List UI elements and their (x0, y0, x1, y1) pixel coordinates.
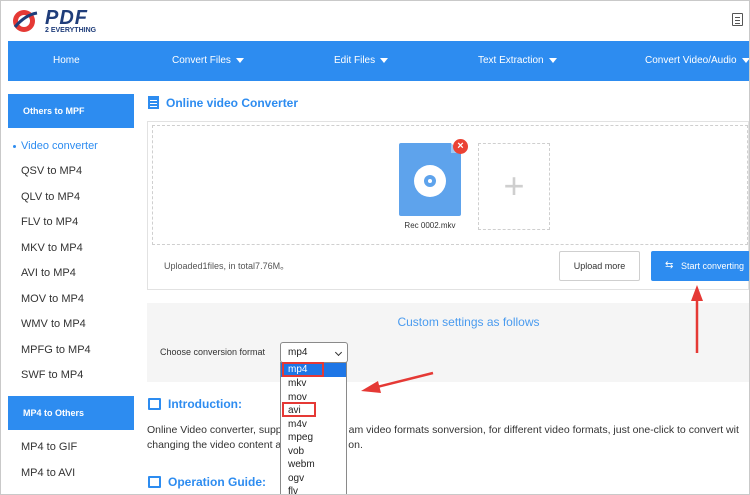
sidebar-item-video-converter[interactable]: Video converter (8, 134, 134, 159)
remove-file-icon[interactable]: × (453, 139, 468, 154)
file-name: Rec 0002.mkv (404, 221, 456, 230)
format-select[interactable]: mp4 (280, 342, 348, 363)
main-nav: Home Convert Files Edit Files Text Extra… (8, 41, 749, 81)
settings-panel: Custom settings as follows Choose conver… (147, 303, 749, 382)
highlight-box (282, 362, 324, 377)
sidebar-item-wmv-to-mp4[interactable]: WMV to MP4 (8, 312, 134, 337)
format-option-flv[interactable]: flv (281, 485, 346, 494)
site-logo[interactable]: PDF 2 EVERYTHING (11, 5, 121, 37)
intro-text: Online Video converter, supp am video for… (147, 424, 739, 451)
format-option-m4v[interactable]: m4v (281, 418, 346, 432)
sidebar-item-mp4-to-avi[interactable]: MP4 to AVI (8, 461, 134, 486)
page-title: Online video Converter (148, 96, 298, 112)
sidebar-item-mpfg-to-mp4[interactable]: MPFG to MP4 (8, 338, 134, 363)
clipboard-icon (148, 476, 161, 488)
sidebar-item-flv-to-mp4[interactable]: FLV to MP4 (8, 210, 134, 235)
site-header: PDF 2 EVERYTHING (1, 1, 749, 41)
bullet-icon (13, 144, 16, 148)
file-thumbnail[interactable] (399, 143, 461, 216)
nav-convert-files[interactable]: Convert Files (172, 41, 244, 81)
format-option-mkv[interactable]: mkv (281, 377, 346, 391)
video-reel-icon (414, 165, 446, 197)
sidebar-item-mp4-to-gif[interactable]: MP4 to GIF (8, 435, 134, 460)
chevron-down-icon (334, 348, 343, 357)
nav-text-extraction[interactable]: Text Extraction (478, 41, 557, 81)
highlight-box (282, 402, 316, 417)
settings-title: Custom settings as follows (397, 315, 540, 329)
caret-down-icon (741, 57, 749, 63)
document-icon (148, 96, 159, 109)
caret-down-icon (380, 57, 389, 63)
format-option-mpeg[interactable]: mpeg (281, 431, 346, 445)
caret-down-icon (235, 57, 244, 63)
sidebar-group-title: Others to MPF (8, 94, 134, 128)
intro-title: Introduction: (148, 397, 242, 411)
format-dropdown-list[interactable]: mp4 mkv mov avi m4v mpeg vob webm ogv fl… (280, 362, 347, 494)
add-file-button[interactable]: + (478, 143, 550, 230)
sidebar-item-mov-to-mp4[interactable]: MOV to MP4 (8, 287, 134, 312)
logo-mark-icon (13, 10, 38, 32)
sidebar-item-swf-to-mp4[interactable]: SWF to MP4 (8, 363, 134, 388)
upload-status: Uploaded1files, in total7.76M。 (164, 261, 290, 271)
drop-zone[interactable]: × Rec 0002.mkv + (152, 125, 748, 245)
nav-home[interactable]: Home (53, 41, 80, 81)
nav-convert-video-audio[interactable]: Convert Video/Audio (645, 41, 749, 81)
sidebar: Others to MPF Video converter QSV to MP4… (8, 94, 134, 494)
format-option-vob[interactable]: vob (281, 445, 346, 459)
screenshot-frame: PDF 2 EVERYTHING Home Convert Files Edit… (0, 0, 750, 495)
sidebar-item-avi-to-mp4[interactable]: AVI to MP4 (8, 261, 134, 286)
format-option-ogv[interactable]: ogv (281, 472, 346, 486)
guide-title: Operation Guide: (148, 475, 266, 489)
sidebar-group-title: MP4 to Others (8, 396, 134, 430)
nav-edit-files[interactable]: Edit Files (334, 41, 389, 81)
caret-down-icon (548, 57, 557, 63)
start-converting-button[interactable]: ⇆ Start converting (651, 251, 749, 281)
swap-icon: ⇆ (665, 260, 674, 271)
book-icon (148, 398, 161, 410)
sidebar-item-qlv-to-mp4[interactable]: QLV to MP4 (8, 185, 134, 210)
logo-subtitle: 2 EVERYTHING (45, 27, 97, 34)
upload-more-button[interactable]: Upload more (559, 251, 640, 281)
format-option-webm[interactable]: webm (281, 458, 346, 472)
upload-card: × Rec 0002.mkv + Uploaded1files, in tota… (147, 121, 749, 290)
format-label: Choose conversion format (160, 347, 266, 357)
sidebar-item-mkv-to-mp4[interactable]: MKV to MP4 (8, 236, 134, 261)
menu-icon[interactable] (732, 13, 743, 26)
sidebar-item-qsv-to-mp4[interactable]: QSV to MP4 (8, 159, 134, 184)
